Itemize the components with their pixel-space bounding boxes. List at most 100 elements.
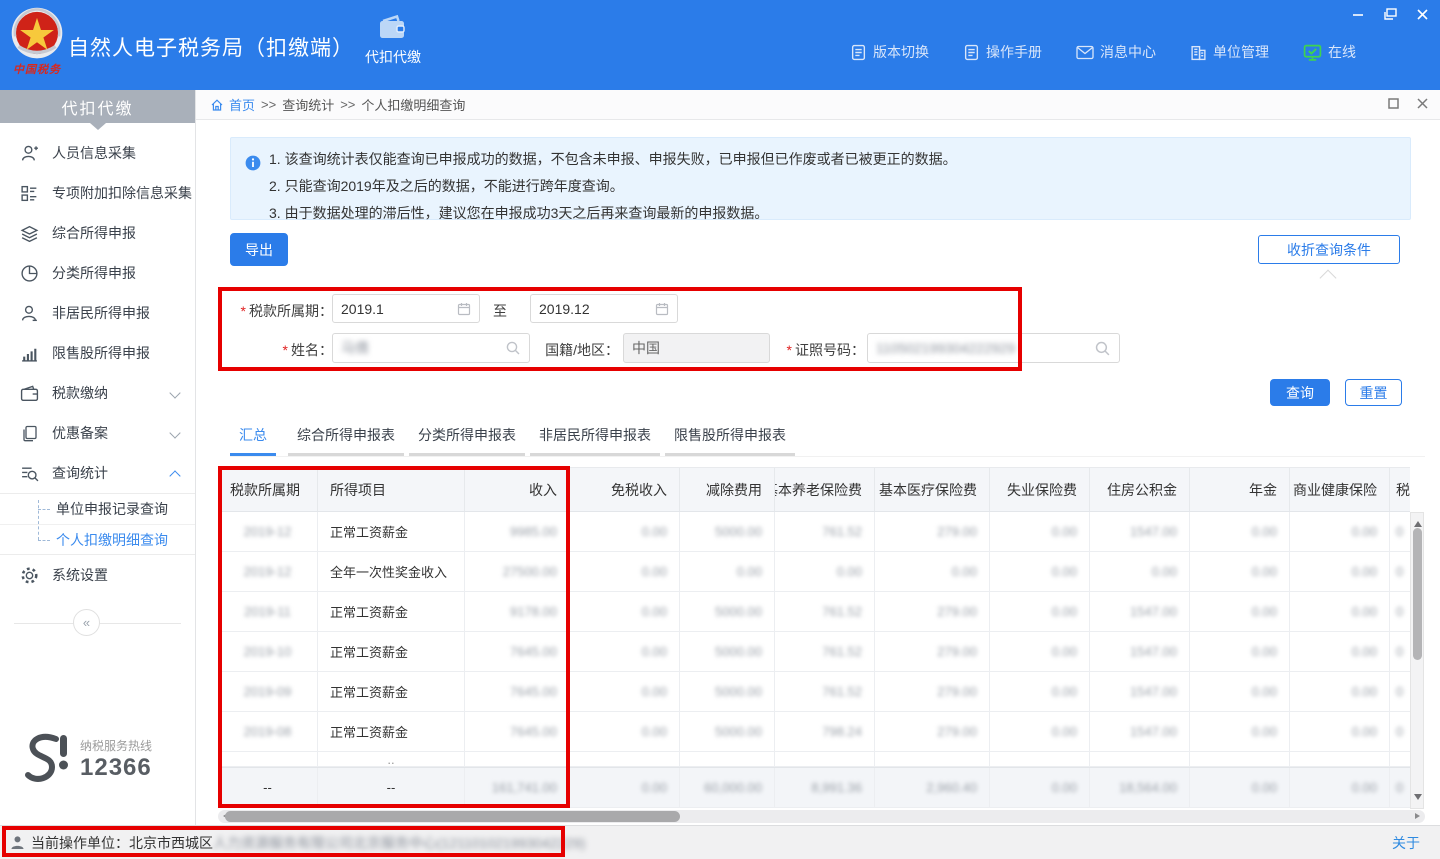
panel-close-button[interactable] xyxy=(1417,97,1428,112)
cell-amount: 0.00 xyxy=(990,712,1090,751)
cell-amount: 0.00 xyxy=(990,672,1090,711)
cell-period: 2019-08 xyxy=(218,712,318,751)
scroll-down-arrow-icon[interactable] xyxy=(1414,794,1422,804)
vertical-scroll-thumb[interactable] xyxy=(1413,528,1422,660)
sidebar-item-classified-income[interactable]: 分类所得申报 xyxy=(0,253,195,293)
tab-comprehensive[interactable]: 综合所得申报表 xyxy=(288,419,404,456)
search-icon[interactable] xyxy=(1094,340,1111,357)
docs-icon xyxy=(20,424,39,443)
totals-amount: 161,741.00 xyxy=(465,768,570,807)
notice-line: 1. 该查询统计表仅能查询已申报成功的数据，不包含未申报、申报失败，已申报但已作… xyxy=(245,146,1400,173)
tab-summary[interactable]: 汇总 xyxy=(230,419,276,456)
breadcrumb-home-label: 首页 xyxy=(229,95,255,114)
totals-amount: 0 xyxy=(1390,768,1410,807)
brand-caption: 中国税务 xyxy=(8,61,66,77)
current-unit-blurred: 人力资源服务有限公司北京服务中心(121101021993042229) xyxy=(213,833,585,853)
restore-button[interactable] xyxy=(1382,6,1398,22)
cell-amount: 5000.00 xyxy=(680,632,775,671)
national-emblem-icon xyxy=(10,6,64,60)
cell-income-item: 正常工资薪金 xyxy=(318,512,465,551)
table-header-cell: 商业健康保险 xyxy=(1290,468,1390,511)
sidebar-item-restricted-shares[interactable]: 限售股所得申报 xyxy=(0,333,195,373)
cell-amount: 0.00 xyxy=(990,552,1090,591)
panel-maximize-button[interactable] xyxy=(1388,97,1399,112)
sidebar-item-nonresident-income[interactable]: 非居民所得申报 xyxy=(0,293,195,333)
tab-nonresident[interactable]: 非居民所得申报表 xyxy=(530,419,660,456)
period-to-input[interactable]: 2019.12 xyxy=(530,294,678,323)
horizontal-scrollbar[interactable] xyxy=(218,810,1425,823)
menu-message-center[interactable]: 消息中心 xyxy=(1076,42,1156,62)
cell-amount: 0 xyxy=(1390,712,1410,751)
table-header-cell: 年金 xyxy=(1190,468,1290,511)
list-detail-icon xyxy=(20,184,39,203)
sidebar-subitem-unit-declare-record-query[interactable]: 单位申报记录查询 xyxy=(0,494,195,524)
query-button[interactable]: 查询 xyxy=(1270,379,1330,406)
menu-manual[interactable]: 操作手册 xyxy=(963,42,1042,62)
id-number-label: *证照号码： xyxy=(779,340,865,360)
chevron-down-icon xyxy=(171,388,181,398)
cell-period: 2019-09 xyxy=(218,672,318,711)
person-plus-icon xyxy=(20,144,39,163)
scroll-up-arrow-icon[interactable] xyxy=(1414,517,1422,527)
cell-amount: 279.00 xyxy=(875,512,990,551)
id-number-input[interactable]: 110502199304222929 xyxy=(867,333,1120,363)
cell-amount: 7645.00 xyxy=(465,712,570,751)
cell-amount: 0.00 xyxy=(775,552,875,591)
calendar-icon[interactable] xyxy=(457,302,471,316)
top-menu: 版本切换 操作手册 消息中心 单位管理 在线 xyxy=(850,42,1356,62)
cell-amount: 0.00 xyxy=(1190,552,1290,591)
sidebar-item-query-statistics[interactable]: 查询统计 xyxy=(0,453,195,493)
cell-amount: 761.52 xyxy=(775,672,875,711)
totals-amount: 0.00 xyxy=(570,768,680,807)
scroll-right-arrow-icon[interactable] xyxy=(1415,813,1423,819)
collapse-filter-button[interactable]: 收折查询条件 xyxy=(1258,235,1400,264)
calendar-icon[interactable] xyxy=(655,302,669,316)
window-controls xyxy=(1350,6,1430,22)
person-icon xyxy=(20,304,39,323)
sidebar-item-personnel-info[interactable]: 人员信息采集 xyxy=(0,133,195,173)
cell-income-item: 正常工资薪金 xyxy=(318,632,465,671)
reset-button[interactable]: 重置 xyxy=(1345,379,1402,406)
cell-period: 2019-11 xyxy=(218,592,318,631)
sidebar-item-special-deduction[interactable]: 专项附加扣除信息采集 xyxy=(0,173,195,213)
sidebar-subitem-personal-withholding-detail-query[interactable]: 个人扣缴明细查询 xyxy=(0,524,195,554)
name-input[interactable]: 马倩 xyxy=(332,333,530,363)
nav-tab-withholding[interactable]: 代扣代缴 xyxy=(348,14,438,80)
cell-period: 2019-10 xyxy=(218,632,318,671)
cell-amount: 5000.00 xyxy=(680,512,775,551)
minimize-button[interactable] xyxy=(1350,6,1366,22)
wallet-icon xyxy=(20,385,39,402)
cell-amount: 279.00 xyxy=(875,672,990,711)
table-row-clipped: .. xyxy=(218,752,1410,767)
menu-version-switch[interactable]: 版本切换 xyxy=(850,42,929,62)
filter-caret-icon xyxy=(1320,270,1337,287)
table-header-cell: 减除费用 xyxy=(680,468,775,511)
pie-icon xyxy=(20,264,39,283)
cell-amount: 1547.00 xyxy=(1090,512,1190,551)
horizontal-scroll-thumb[interactable] xyxy=(225,811,680,822)
search-icon[interactable] xyxy=(505,340,521,356)
menu-org-manage-label: 单位管理 xyxy=(1213,42,1269,62)
sidebar-item-system-settings[interactable]: 系统设置 xyxy=(0,555,195,595)
cell-amount: 0 xyxy=(1390,592,1410,631)
sidebar-item-tax-payment[interactable]: 税款缴纳 xyxy=(0,373,195,413)
sidebar-item-preference-filing[interactable]: 优惠备案 xyxy=(0,413,195,453)
menu-org-manage[interactable]: 单位管理 xyxy=(1190,42,1269,62)
tab-restricted[interactable]: 限售股所得申报表 xyxy=(665,419,795,456)
sidebar-item-comprehensive-income[interactable]: 综合所得申报 xyxy=(0,213,195,253)
breadcrumb-home[interactable]: 首页 xyxy=(210,95,255,114)
vertical-scrollbar[interactable] xyxy=(1410,512,1424,809)
app-title: 自然人电子税务局（扣缴端） xyxy=(68,32,354,62)
about-link[interactable]: 关于 xyxy=(1392,833,1420,853)
period-from-input[interactable]: 2019.1 xyxy=(332,294,480,323)
close-window-button[interactable] xyxy=(1414,6,1430,22)
cell-amount: 0.00 xyxy=(1290,712,1390,751)
cell-amount: 0.00 xyxy=(1090,552,1190,591)
cell-amount: 0.00 xyxy=(1190,672,1290,711)
sidebar-collapse-button[interactable]: « xyxy=(73,609,100,636)
menu-online-status[interactable]: 在线 xyxy=(1303,42,1356,62)
export-button[interactable]: 导出 xyxy=(230,233,288,266)
chevron-down-icon xyxy=(171,428,181,438)
tab-classified[interactable]: 分类所得申报表 xyxy=(409,419,525,456)
cell-period: 2019-12 xyxy=(218,512,318,551)
